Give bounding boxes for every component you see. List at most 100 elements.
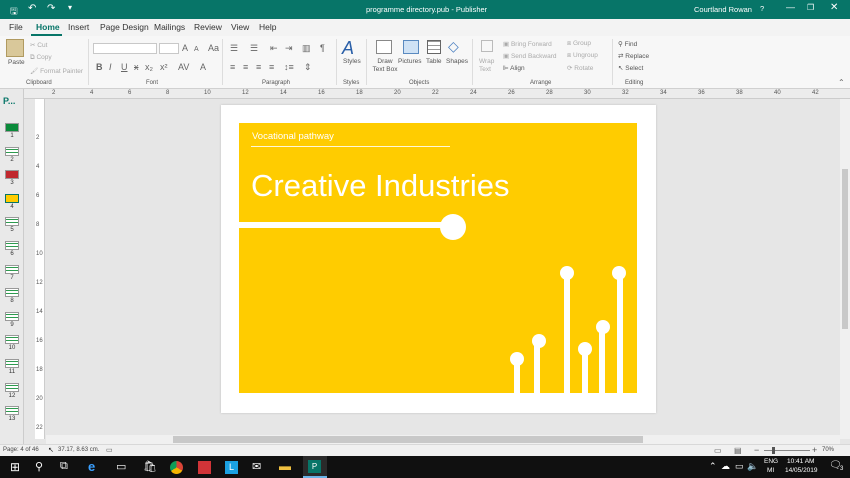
page-thumbnail[interactable] <box>5 264 19 274</box>
onedrive-icon[interactable]: ☁ <box>721 461 730 472</box>
text-box-icon[interactable] <box>376 40 392 54</box>
redo-icon[interactable]: ↷ <box>47 3 55 14</box>
ungroup-button[interactable]: ⧈ Ungroup <box>567 52 598 60</box>
paragraph-spacing-icon[interactable]: ⇕ <box>304 63 312 72</box>
search-icon[interactable]: ⚲ <box>35 460 43 473</box>
window-app-icon[interactable]: ▭ <box>116 460 126 473</box>
file-explorer-icon[interactable]: ▬ <box>279 459 291 473</box>
clock-date[interactable]: 14/05/2019 <box>785 467 818 474</box>
zoom-slider[interactable] <box>764 450 810 451</box>
language-indicator-secondary[interactable]: MI <box>767 467 774 474</box>
pictures-button[interactable]: Pictures <box>398 58 421 65</box>
save-icon[interactable]: 🖫 <box>10 4 18 20</box>
font-color-button[interactable]: A <box>200 63 206 72</box>
yellow-panel[interactable]: Vocational pathway Creative Industries <box>239 123 637 393</box>
page-thumbnail[interactable] <box>5 359 19 368</box>
network-icon[interactable]: ▭ <box>735 461 744 472</box>
align-button[interactable]: ⊫ Align <box>503 64 525 72</box>
columns-icon[interactable]: ▥ <box>302 44 311 53</box>
maximize-icon[interactable]: ❐ <box>807 3 814 12</box>
send-backward-button[interactable]: ▣ Send Backward <box>503 52 556 60</box>
vertical-scroll-thumb[interactable] <box>842 169 848 329</box>
font-size-box[interactable] <box>159 43 179 54</box>
table-icon[interactable] <box>427 40 441 54</box>
paste-button[interactable]: Paste <box>8 59 25 66</box>
zoom-out-icon[interactable]: − <box>754 445 759 455</box>
publisher-taskbar-button[interactable]: P <box>303 456 327 478</box>
shapes-button[interactable]: Shapes <box>446 58 468 65</box>
shapes-icon[interactable]: ◇ <box>448 38 459 55</box>
align-center-icon[interactable]: ≡ <box>243 63 248 72</box>
user-name[interactable]: Courtland Rowan <box>694 5 752 14</box>
zoom-slider-thumb[interactable] <box>772 447 775 454</box>
font-name-box[interactable] <box>93 43 157 54</box>
page-thumbnail[interactable] <box>5 335 19 345</box>
wrap-text-button[interactable]: Wrap Text <box>479 58 495 74</box>
show-hidden-icons-icon[interactable]: ⌃ <box>709 461 717 472</box>
page-thumbnail[interactable] <box>5 311 19 321</box>
horizontal-scroll-thumb[interactable] <box>173 436 643 443</box>
increase-indent-icon[interactable]: ⇥ <box>285 44 293 53</box>
windows-start-icon[interactable]: ⊞ <box>10 460 20 474</box>
page-thumbnail[interactable] <box>5 382 19 392</box>
clock-time[interactable]: 10:41 AM <box>787 458 814 465</box>
character-spacing-icon[interactable]: AV <box>178 63 189 72</box>
decrease-indent-icon[interactable]: ⇤ <box>270 44 278 53</box>
justify-icon[interactable]: ≡ <box>269 63 274 72</box>
strikethrough-button[interactable]: x <box>134 63 139 72</box>
bullets-icon[interactable]: ☰ <box>230 44 238 53</box>
volume-icon[interactable]: 🔈 <box>747 461 758 472</box>
page-thumbnail[interactable] <box>5 241 19 250</box>
store-icon[interactable]: 🛍 <box>143 460 157 473</box>
copy-button[interactable]: ⧉ Copy <box>30 54 52 62</box>
tab-insert[interactable]: Insert <box>68 22 89 32</box>
app-red-icon[interactable] <box>198 461 211 474</box>
styles-icon[interactable]: A <box>342 38 354 59</box>
tab-view[interactable]: View <box>231 22 249 32</box>
close-icon[interactable]: ✕ <box>830 2 838 13</box>
page-indicator[interactable]: Page: 4 of 46 <box>3 447 39 453</box>
minimize-icon[interactable]: — <box>786 2 795 12</box>
numbering-icon[interactable]: ☰ <box>250 44 258 53</box>
mail-icon[interactable]: ✉ <box>252 460 261 473</box>
wrap-text-icon[interactable] <box>481 40 493 52</box>
page-thumbnail[interactable] <box>5 146 19 156</box>
zoom-level[interactable]: 70% <box>822 447 834 453</box>
cut-button[interactable]: ✂ Cut <box>30 41 47 49</box>
page-thumbnail[interactable] <box>5 193 19 203</box>
align-right-icon[interactable]: ≡ <box>256 63 261 72</box>
language-indicator[interactable]: ENG <box>764 458 778 465</box>
help-button[interactable]: ? <box>760 4 764 13</box>
superscript-button[interactable]: x² <box>160 63 168 72</box>
page-thumbnail[interactable] <box>5 217 19 227</box>
single-page-view-icon[interactable]: ▭ <box>714 446 722 455</box>
two-page-view-icon[interactable]: ▤ <box>734 446 742 455</box>
bold-button[interactable]: B <box>96 63 103 72</box>
show-formatting-button[interactable]: ¶ <box>320 44 325 53</box>
change-case-icon[interactable]: Aa <box>208 44 219 53</box>
find-button[interactable]: ⚲ Find <box>618 40 637 48</box>
underline-button[interactable]: U <box>121 63 128 72</box>
replace-button[interactable]: ⇄ Replace <box>618 52 649 60</box>
page-thumbnail[interactable] <box>5 406 19 416</box>
select-button[interactable]: ↖ Select <box>618 64 643 72</box>
tab-help[interactable]: Help <box>259 22 276 32</box>
page-thumbnail[interactable] <box>5 288 19 298</box>
format-painter-button[interactable]: 🖌 Format Painter <box>30 67 83 75</box>
group-button[interactable]: ⧈ Group <box>567 40 591 48</box>
tab-page-design[interactable]: Page Design <box>100 22 149 32</box>
tab-mailings[interactable]: Mailings <box>154 22 185 32</box>
quick-access-dropdown-icon[interactable]: ▾ <box>68 3 72 12</box>
horizontal-scrollbar[interactable] <box>46 435 840 444</box>
paste-icon[interactable] <box>6 39 24 57</box>
task-view-icon[interactable]: ⧉ <box>60 460 68 473</box>
subscript-button[interactable]: x₂ <box>145 63 153 72</box>
line-spacing-icon[interactable]: ↕≡ <box>284 63 294 72</box>
app-l-icon[interactable]: L <box>225 461 238 474</box>
grow-font-icon[interactable]: A <box>182 44 188 53</box>
rotate-button[interactable]: ⟳ Rotate <box>567 64 593 72</box>
collapse-ribbon-icon[interactable]: ⌃ <box>838 78 845 87</box>
chrome-icon[interactable] <box>170 461 183 474</box>
table-button[interactable]: Table <box>426 58 442 65</box>
align-left-icon[interactable]: ≡ <box>230 63 235 72</box>
